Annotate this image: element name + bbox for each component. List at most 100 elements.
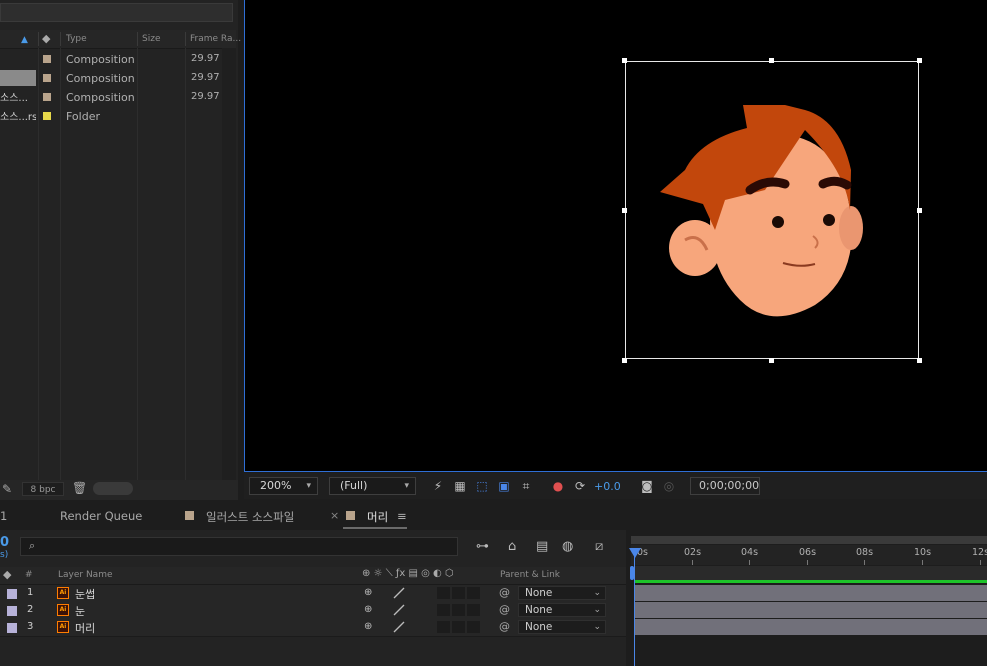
project-search-input[interactable] — [0, 3, 233, 22]
parent-link-column-header[interactable]: Parent & Link — [500, 570, 560, 580]
layer-label-swatch[interactable] — [7, 623, 17, 633]
transform-handle[interactable] — [622, 358, 627, 363]
project-scrollbar[interactable] — [222, 48, 236, 480]
mask-visibility-icon[interactable]: ⬚ — [474, 478, 490, 494]
region-of-interest-icon[interactable]: ▣ — [496, 478, 512, 494]
collapse-switch-icon[interactable]: ⊕ — [364, 621, 372, 632]
layer-name[interactable]: 눈썹 — [75, 586, 95, 602]
current-time-display[interactable]: 0;00;00;00 — [690, 477, 760, 495]
collapse-switch-icon[interactable]: ⊕ — [364, 587, 372, 598]
project-item-row[interactable]: Composition 29.97 — [0, 50, 222, 68]
switch-box[interactable] — [437, 621, 450, 633]
pick-whip-icon[interactable]: @ — [499, 586, 510, 599]
close-tab-icon[interactable]: × — [330, 509, 339, 522]
label-swatch[interactable] — [43, 74, 51, 82]
project-item-row[interactable]: 소스... Composition 29.97 — [0, 88, 222, 106]
graph-editor-icon[interactable]: ⧄ — [595, 539, 603, 554]
quality-switch-icon[interactable] — [392, 604, 406, 616]
layer-search-input[interactable]: ⌕ — [20, 537, 458, 556]
transform-handle[interactable] — [622, 58, 627, 63]
tab-fragment[interactable]: 1 — [0, 509, 7, 523]
layer-duration-bar[interactable] — [635, 585, 987, 601]
tab-head-composition[interactable]: 머리 — [367, 509, 388, 525]
guides-icon[interactable]: ⌗ — [518, 478, 534, 494]
playhead-handle[interactable] — [629, 548, 641, 558]
switch-box[interactable] — [467, 604, 480, 616]
layer-duration-bar[interactable] — [635, 602, 987, 618]
transparency-grid-icon[interactable]: ▦ — [452, 478, 468, 494]
shy-layers-icon[interactable]: ⌂ — [508, 539, 516, 554]
label-swatch[interactable] — [43, 112, 51, 120]
tab-illustration-source[interactable]: 일러스트 소스파일 — [206, 509, 294, 525]
type-column-header[interactable]: Type — [66, 34, 87, 44]
quality-switch-icon[interactable] — [392, 587, 406, 599]
composition-flowchart-icon[interactable]: ⊶ — [476, 539, 489, 554]
color-management-icon[interactable]: ⟳ — [572, 478, 588, 494]
transform-handle[interactable] — [917, 58, 922, 63]
project-item-row[interactable]: Composition 29.97 — [0, 69, 222, 87]
pick-whip-icon[interactable]: @ — [499, 603, 510, 616]
parent-select[interactable]: None ⌄ — [518, 620, 606, 634]
eyebrow — [818, 176, 852, 190]
search-icon: ⌕ — [29, 539, 36, 552]
parent-select[interactable]: None ⌄ — [518, 586, 606, 600]
switch-box[interactable] — [467, 587, 480, 599]
layer-row[interactable]: 3 Ai 머리 ⊕ @ None ⌄ — [0, 619, 626, 637]
layer-duration-bar[interactable] — [635, 619, 987, 635]
parent-select[interactable]: None ⌄ — [518, 603, 606, 617]
layer-number: 3 — [27, 621, 34, 632]
fast-previews-icon[interactable]: ⚡ — [430, 478, 446, 494]
collapse-switch-icon[interactable]: ⊕ — [364, 604, 372, 615]
project-item-name: 소스...rs — [0, 112, 36, 123]
layer-label-swatch[interactable] — [7, 606, 17, 616]
quality-switch-icon[interactable] — [392, 621, 406, 633]
label-swatch[interactable] — [43, 93, 51, 101]
show-snapshot-icon[interactable]: ◎ — [661, 478, 677, 494]
trash-icon[interactable]: 🗑 — [72, 481, 87, 495]
switch-box[interactable] — [452, 587, 465, 599]
chevron-down-icon: ⌄ — [593, 605, 601, 615]
interpret-footage-icon[interactable]: ✎ — [2, 482, 12, 496]
transform-handle[interactable] — [769, 58, 774, 63]
project-item-row[interactable]: 소스...rs Folder — [0, 107, 222, 125]
thumbnail-slider[interactable] — [93, 482, 133, 495]
layer-name-column-header[interactable]: Layer Name — [58, 570, 113, 580]
transform-handle[interactable] — [917, 208, 922, 213]
zoom-select[interactable]: 200% ▾ — [249, 477, 318, 495]
size-column-header[interactable]: Size — [142, 34, 160, 44]
pick-whip-icon[interactable]: @ — [499, 620, 510, 633]
layer-row[interactable]: 1 Ai 눈썹 ⊕ @ None ⌄ — [0, 585, 626, 603]
transform-handle[interactable] — [622, 208, 627, 213]
layer-row[interactable]: 2 Ai 눈 ⊕ @ None ⌄ — [0, 602, 626, 620]
bit-depth-button[interactable]: 8 bpc — [22, 482, 64, 496]
transform-handle[interactable] — [769, 358, 774, 363]
exposure-value[interactable]: +0.0 — [594, 480, 621, 493]
work-area-bar[interactable] — [635, 566, 987, 580]
label-swatch[interactable] — [43, 55, 51, 63]
current-time-fragment[interactable]: 0 — [0, 535, 9, 550]
frame-rate-column-header[interactable]: Frame Ra... — [190, 34, 241, 44]
switch-box[interactable] — [452, 604, 465, 616]
layer-name[interactable]: 머리 — [75, 620, 95, 636]
sort-ascending-icon[interactable]: ▲ — [21, 35, 28, 45]
panel-menu-icon[interactable]: ≡ — [397, 509, 407, 523]
project-column-header: ▲ ◆ Type Size Frame Ra... — [0, 30, 241, 49]
tab-render-queue[interactable]: Render Queue — [60, 509, 142, 523]
layer-label-swatch[interactable] — [7, 589, 17, 599]
motion-blur-icon[interactable]: ◍ — [562, 539, 573, 554]
snapshot-camera-icon[interactable]: ◙ — [639, 478, 655, 494]
transform-handle[interactable] — [917, 358, 922, 363]
eye — [823, 214, 835, 226]
switch-box[interactable] — [437, 587, 450, 599]
label-tag-icon[interactable]: ◆ — [3, 568, 11, 581]
switch-box[interactable] — [452, 621, 465, 633]
time-navigator[interactable] — [631, 536, 987, 544]
switch-box[interactable] — [437, 604, 450, 616]
switch-box[interactable] — [467, 621, 480, 633]
project-item-frame-rate: 29.97 — [191, 72, 220, 83]
resolution-select[interactable]: (Full) ▾ — [329, 477, 416, 495]
channel-icon[interactable]: ● — [550, 478, 566, 494]
layer-name[interactable]: 눈 — [75, 603, 85, 619]
frame-blending-icon[interactable]: ▤ — [536, 539, 548, 554]
label-tag-icon[interactable]: ◆ — [42, 32, 50, 45]
